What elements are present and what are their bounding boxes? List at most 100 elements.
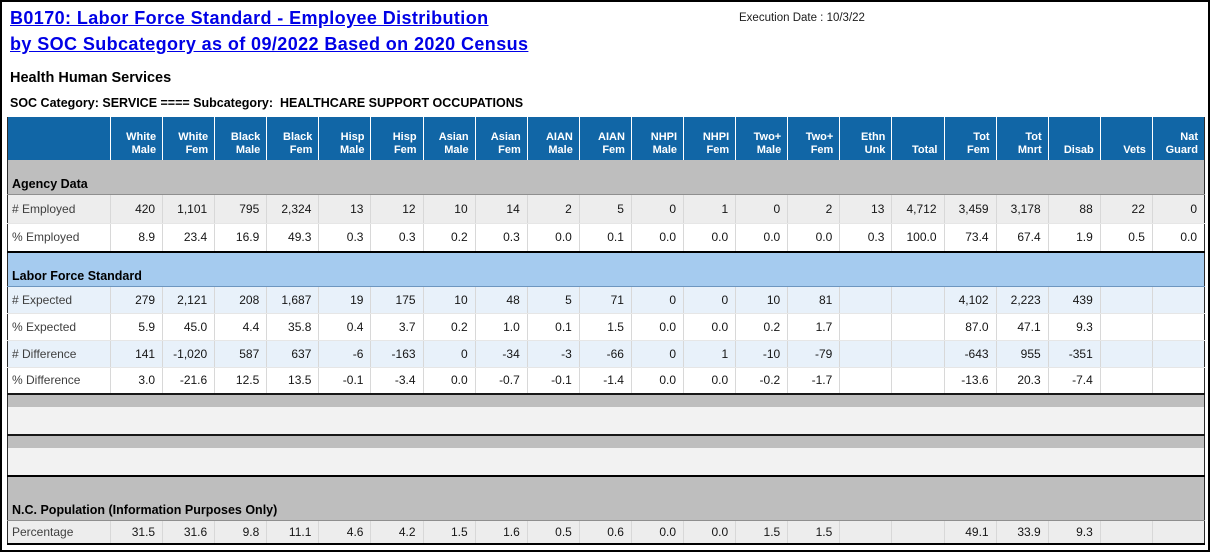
data-cell: 71 (579, 286, 632, 314)
report-page: { "header": { "title_line1": "B0170: Lab… (0, 0, 1210, 552)
data-cell (839, 313, 893, 341)
data-cell: -13.6 (944, 367, 997, 395)
column-header-asian-male: Asian Male (422, 117, 476, 160)
column-header-line2: Fem (810, 144, 834, 156)
row-label: % Employed (7, 223, 111, 253)
data-cell: 11.1 (266, 520, 320, 544)
data-cell (1152, 340, 1205, 368)
data-cell: -0.1 (527, 367, 580, 395)
column-header-two+-fem: Two+ Fem (787, 117, 840, 160)
data-cell: 13.5 (266, 367, 320, 395)
data-cell: 13 (839, 194, 893, 224)
data-cell: 100.0 (891, 223, 945, 253)
table-row-percentage: Percentage 31.5 31.6 9.8 11.1 4.6 4.2 1.5 1.6 0.5… (7, 520, 1205, 544)
data-cell: 4,712 (891, 194, 945, 224)
table-body: Agency Data # Employed 420 1,101 795 2,324 13 1… (7, 160, 1205, 544)
data-cell: 13 (318, 194, 372, 224)
data-cell: -6 (318, 340, 372, 368)
column-header-line2: Fem (498, 144, 521, 156)
data-cell (1152, 367, 1205, 395)
data-cell (1152, 286, 1205, 314)
data-cell: 2,223 (996, 286, 1049, 314)
column-header-line2: Unk (864, 144, 886, 156)
column-header-line1: Two+ (805, 131, 834, 143)
data-cell: 0 (735, 194, 789, 224)
table-row-employed: % Employed 8.9 23.4 16.9 49.3 0.3 0.3 0.2 0.3 0.0… (7, 223, 1205, 253)
section-header-labor-force-standard: Labor Force Standard (7, 251, 1205, 287)
column-header-line1: Black (283, 131, 313, 143)
data-cell: 1 (683, 340, 737, 368)
data-cell: 0.0 (683, 223, 737, 253)
data-cell: 10 (735, 286, 789, 314)
column-header-white-male: White Male (109, 117, 163, 160)
column-header-asian-fem: Asian Fem (474, 117, 528, 160)
data-cell: 0.0 (735, 223, 789, 253)
data-cell: 10 (423, 194, 476, 224)
data-cell: 0.0 (423, 367, 476, 395)
report-title[interactable]: B0170: Labor Force Standard - Employee D… (10, 5, 528, 57)
column-header-black-fem: Black Fem (266, 117, 319, 160)
data-cell: 1.0 (475, 313, 528, 341)
data-cell: 0.2 (423, 313, 476, 341)
spacer-1-band-cell (7, 393, 1205, 407)
data-cell: 4.2 (370, 520, 424, 544)
data-cell: 0.3 (370, 223, 424, 253)
column-header-line1: Two+ (753, 131, 782, 143)
data-cell (1152, 313, 1205, 341)
column-header-line1: Hisp (340, 131, 365, 143)
data-cell: 0.2 (735, 313, 789, 341)
column-header-vets: Vets (1099, 117, 1153, 160)
column-header-line1: White (126, 131, 157, 143)
column-header-line1: Tot (1025, 131, 1042, 143)
data-cell: 45.0 (162, 313, 216, 341)
data-cell: -34 (475, 340, 528, 368)
data-cell: 12.5 (214, 367, 268, 395)
data-cell: 0.0 (683, 313, 737, 341)
data-cell: 1,101 (162, 194, 216, 224)
data-cell (839, 367, 893, 395)
row-label: % Difference (7, 367, 111, 395)
table-row-difference: % Difference 3.0 -21.6 12.5 13.5 -0.1 -3.4 0.0-… (7, 367, 1205, 395)
data-cell: 1.7 (787, 313, 841, 341)
data-cell: 0.0 (683, 367, 737, 395)
data-cell: -0.7 (475, 367, 528, 395)
data-cell: 81 (787, 286, 841, 314)
report-title-line-1[interactable]: B0170: Labor Force Standard - Employee D… (10, 5, 528, 31)
data-cell: 795 (214, 194, 268, 224)
data-cell (1100, 340, 1153, 368)
data-cell: 2 (787, 194, 841, 224)
agency-name: Health Human Services (10, 70, 172, 86)
data-cell: 12 (370, 194, 424, 224)
data-cell: 0.1 (579, 223, 632, 253)
column-header-line1: Black (230, 131, 261, 143)
data-cell: -79 (787, 340, 841, 368)
data-cell: 1.5 (787, 520, 841, 544)
report-title-line-2[interactable]: by SOC Subcategory as of 09/2022 Based o… (10, 31, 528, 57)
data-cell: 9.3 (1048, 520, 1101, 544)
data-cell: 9.3 (1048, 313, 1101, 341)
section-header-labor-force-standard-cell: Labor Force Standard (7, 251, 1205, 287)
column-header-line2: Fem (289, 144, 313, 156)
column-header-line1: Nat (1180, 131, 1198, 143)
table-row-expected: % Expected 5.9 45.0 4.4 35.8 0.4 3.7 0.2 1.0 0.1 1… (7, 313, 1205, 341)
data-cell: 5.9 (110, 313, 164, 341)
data-cell: 5 (527, 286, 580, 314)
spacer-2-blank (7, 448, 1205, 476)
column-header-ethn-unk: Ethn Unk (839, 117, 892, 160)
data-cell: 0.0 (631, 313, 685, 341)
data-cell (839, 340, 893, 368)
spacer-2-band-cell (7, 434, 1205, 448)
column-header-line2: Total (912, 144, 938, 156)
data-cell: 0.1 (527, 313, 580, 341)
data-cell: 3.0 (110, 367, 164, 395)
data-cell: 4.6 (318, 520, 372, 544)
column-header-disab: Disab (1047, 117, 1101, 160)
data-cell: -0.2 (735, 367, 789, 395)
data-cell: 87.0 (944, 313, 997, 341)
data-cell: 49.1 (944, 520, 997, 544)
data-cell (891, 367, 945, 395)
column-header-white-fem: White Fem (162, 117, 215, 160)
column-header-line1: Hisp (392, 131, 417, 143)
column-header-blank (7, 117, 111, 160)
data-cell: 0 (631, 340, 685, 368)
